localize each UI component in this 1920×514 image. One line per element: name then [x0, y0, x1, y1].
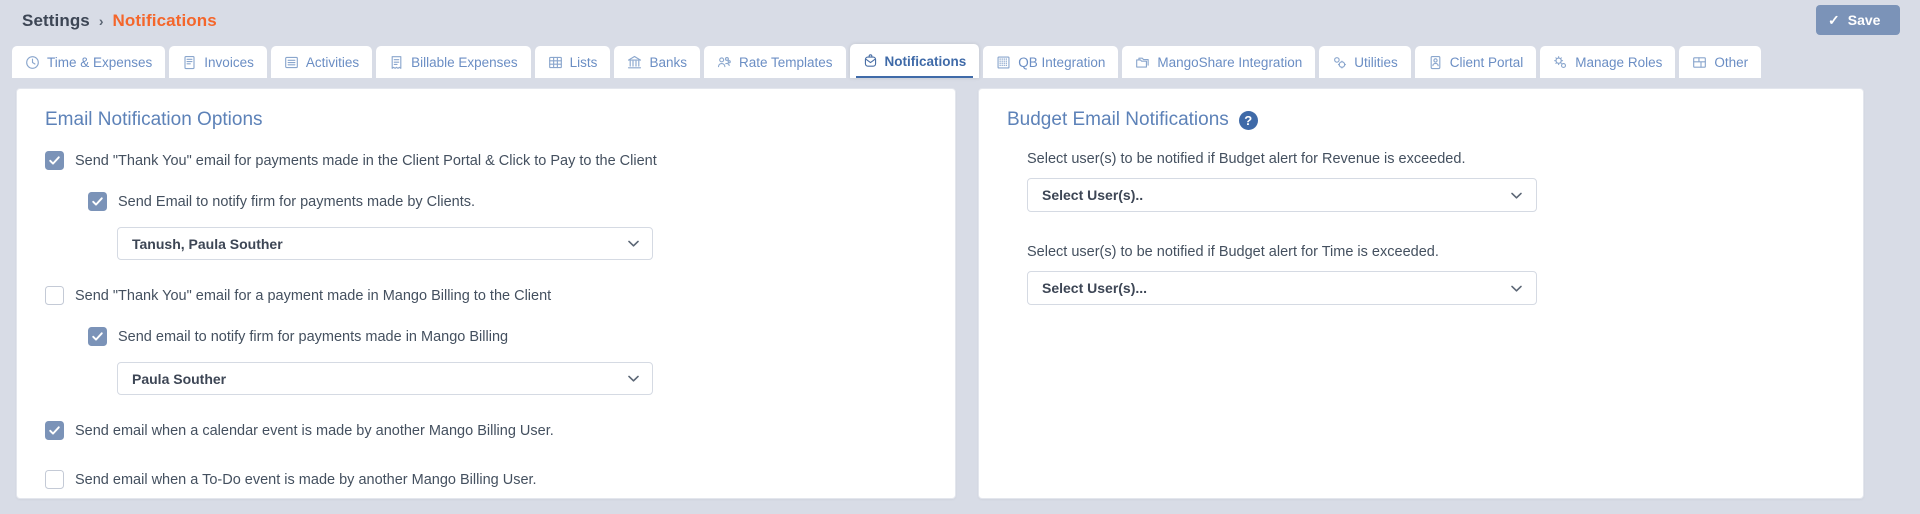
- bell-mail-icon: [863, 53, 878, 69]
- right-panel-title-text: Budget Email Notifications: [1007, 109, 1229, 130]
- invoice-icon: [182, 55, 197, 70]
- bank-icon: [627, 55, 642, 70]
- email-notification-options-panel: Email Notification Options Send "Thank Y…: [16, 88, 956, 499]
- budget-time-label: Select user(s) to be notified if Budget …: [1027, 244, 1439, 260]
- select-mango-billing-users[interactable]: Paula Souther: [117, 362, 653, 395]
- chevron-down-icon: [626, 236, 641, 251]
- tab-qb-integration[interactable]: QB Integration: [983, 46, 1119, 78]
- select-client-portal-users[interactable]: Tanush, Paula Souther: [117, 227, 653, 260]
- save-button[interactable]: ✓ Save: [1816, 5, 1900, 35]
- option-label-mango-billing-thankyou: Send "Thank You" email for a payment mad…: [75, 287, 552, 304]
- tab-label: Activities: [305, 54, 360, 70]
- id-card-icon: [1428, 55, 1443, 70]
- tab-label: Lists: [569, 54, 598, 70]
- save-button-label: Save: [1847, 12, 1881, 28]
- list-icon: [284, 55, 299, 70]
- select-client-portal-users-value: Tanush, Paula Souther: [132, 235, 283, 252]
- question-mark-icon[interactable]: ?: [1238, 110, 1258, 130]
- tab-manage-roles[interactable]: Manage Roles: [1540, 46, 1676, 78]
- left-panel-title: Email Notification Options: [45, 109, 933, 131]
- tab-label: Banks: [649, 54, 687, 70]
- gears-small-icon: [1332, 55, 1347, 70]
- budget-revenue-label: Select user(s) to be notified if Budget …: [1027, 151, 1466, 167]
- option-row-calendar-event[interactable]: Send email when a calendar event is made…: [45, 421, 933, 440]
- tab-label: Rate Templates: [738, 54, 833, 70]
- checkbox-mango-billing-thankyou[interactable]: [45, 286, 64, 305]
- select-mango-billing-users-value: Paula Souther: [132, 370, 227, 387]
- breadcrumb-separator-icon: ›: [98, 13, 104, 29]
- grid-dots-icon: [996, 55, 1011, 70]
- clock-icon: [25, 55, 40, 70]
- tab-banks[interactable]: Banks: [614, 46, 700, 78]
- layout-icon: [1692, 55, 1707, 70]
- gears-icon: [1553, 55, 1568, 70]
- checkbox-notify-firm-clients[interactable]: [88, 192, 107, 211]
- tab-mangoshare-integration[interactable]: MangoShare Integration: [1122, 46, 1316, 78]
- tab-rate-templates[interactable]: Rate Templates: [703, 46, 846, 78]
- breadcrumb: Settings › Notifications ✓ Save: [0, 0, 1920, 42]
- tab-label: Client Portal: [1449, 54, 1524, 70]
- chevron-down-icon: [626, 371, 641, 386]
- option-row-mango-billing-thankyou[interactable]: Send "Thank You" email for a payment mad…: [45, 286, 933, 305]
- tab-other[interactable]: Other: [1679, 46, 1762, 78]
- select-budget-revenue-users[interactable]: Select User(s)..: [1027, 178, 1537, 212]
- tab-label: Manage Roles: [1575, 54, 1663, 70]
- tab-label: Other: [1714, 54, 1749, 70]
- settings-tabs: Time & Expenses Invoices Activities Billabl…: [0, 42, 1920, 78]
- checkbox-client-portal-thankyou[interactable]: [45, 151, 64, 170]
- chevron-down-icon: [1509, 188, 1524, 203]
- checkbox-todo-event[interactable]: [45, 470, 64, 489]
- option-row-notify-firm-mango[interactable]: Send email to notify firm for payments m…: [88, 327, 933, 346]
- tab-billable-expenses[interactable]: Billable Expenses: [376, 46, 531, 78]
- folders-icon: [1135, 55, 1150, 70]
- tab-utilities[interactable]: Utilities: [1319, 46, 1411, 78]
- tab-time-expenses[interactable]: Time & Expenses: [12, 46, 166, 78]
- option-label-todo-event: Send email when a To-Do event is made by…: [75, 471, 537, 488]
- tab-client-portal[interactable]: Client Portal: [1414, 46, 1537, 78]
- tab-invoices[interactable]: Invoices: [169, 46, 267, 78]
- option-row-todo-event[interactable]: Send email when a To-Do event is made by…: [45, 470, 933, 489]
- content-area: Email Notification Options Send "Thank Y…: [0, 78, 1920, 514]
- select-budget-time-users[interactable]: Select User(s)...: [1027, 271, 1537, 305]
- checkbox-calendar-event[interactable]: [45, 421, 64, 440]
- budget-email-notifications-panel: Budget Email Notifications ? Select user…: [978, 88, 1864, 499]
- chevron-down-icon: [1509, 281, 1524, 296]
- tab-label: Invoices: [204, 54, 254, 70]
- receipt-icon: [389, 55, 404, 70]
- tab-label: QB Integration: [1018, 54, 1106, 70]
- select-budget-revenue-users-value: Select User(s)..: [1042, 187, 1144, 203]
- option-label-notify-firm-mango: Send email to notify firm for payments m…: [118, 328, 509, 345]
- tab-label: Utilities: [1354, 54, 1398, 70]
- left-panel-title-text: Email Notification Options: [45, 109, 263, 130]
- table-icon: [548, 55, 563, 70]
- right-panel-title: Budget Email Notifications ?: [1007, 109, 1841, 131]
- option-row-notify-firm-clients[interactable]: Send Email to notify firm for payments m…: [88, 192, 933, 211]
- tab-label: MangoShare Integration: [1157, 54, 1303, 70]
- tab-activities[interactable]: Activities: [270, 46, 373, 78]
- option-label-client-portal-thankyou: Send "Thank You" email for payments made…: [75, 152, 657, 169]
- people-icon: [717, 55, 732, 70]
- tab-label: Billable Expenses: [411, 54, 518, 70]
- option-row-client-portal-thankyou[interactable]: Send "Thank You" email for payments made…: [45, 151, 933, 170]
- option-label-notify-firm-clients: Send Email to notify firm for payments m…: [118, 193, 476, 210]
- breadcrumb-notifications[interactable]: Notifications: [113, 11, 217, 31]
- option-label-calendar-event: Send email when a calendar event is made…: [75, 422, 554, 439]
- checkbox-notify-firm-mango[interactable]: [88, 327, 107, 346]
- settings-notifications-page: Settings › Notifications ✓ Save Time & E…: [0, 0, 1920, 514]
- tab-label: Notifications: [884, 53, 967, 69]
- breadcrumb-settings[interactable]: Settings: [22, 11, 90, 31]
- tab-label: Time & Expenses: [47, 54, 153, 70]
- tab-lists[interactable]: Lists: [534, 46, 611, 78]
- tab-notifications[interactable]: Notifications: [849, 44, 980, 78]
- select-budget-time-users-value: Select User(s)...: [1042, 280, 1148, 296]
- check-icon: ✓: [1828, 12, 1840, 28]
